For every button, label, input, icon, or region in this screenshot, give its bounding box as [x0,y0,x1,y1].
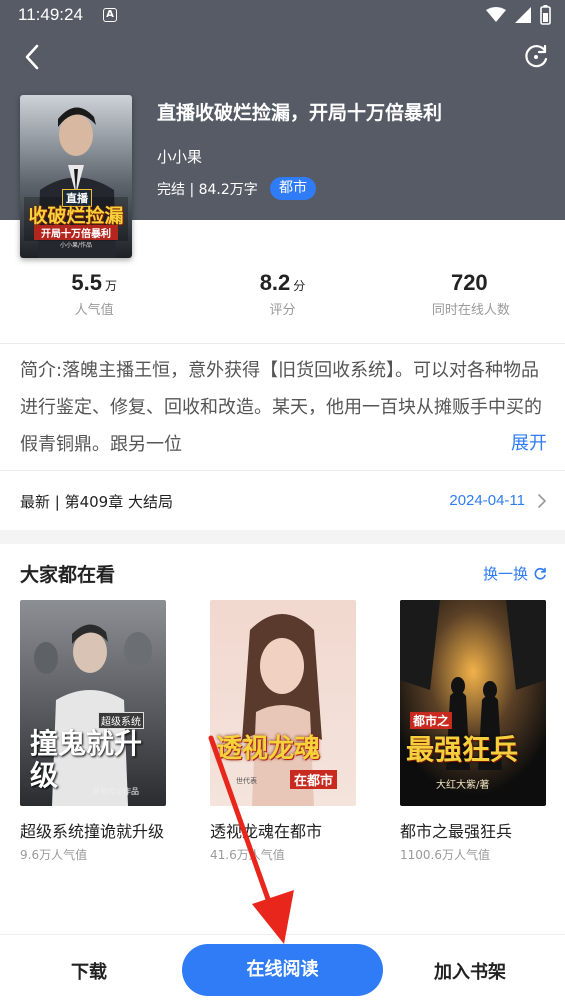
recommend-cover-sub: 在都市 [290,770,338,789]
cover-subtitle: 开局十万倍暴利 [34,225,118,240]
recommend-title[interactable]: 都市之最强狂兵 [400,819,546,844]
recommend-cover-main: 最强狂兵 [406,733,519,766]
genre-tag[interactable]: 都市 [270,177,316,200]
signal-icon [515,7,531,23]
battery-icon [540,5,551,25]
recommend-title[interactable]: 超级系统撞诡就升级 [20,819,166,844]
stat-online: 720 同时在线人数 [377,270,565,334]
stat-label: 评分 [269,303,296,318]
book-cover[interactable]: 直播 收破烂捡漏 开局十万倍暴利 小小果/作品 [20,95,132,258]
status-bar: 11:49:24 A [0,0,565,32]
stat-value: 5.5 [71,270,102,295]
expand-intro-button[interactable]: 展开 [497,425,547,462]
stat-value: 8.2 [259,270,291,295]
recommend-section-title: 大家都在看 [20,564,116,586]
refresh-icon [525,44,548,68]
refresh-button[interactable] [521,42,551,72]
book-intro: 简介:落魄主播王恒，意外获得【旧货回收系统】。可以对各种物品进行鉴定、修复、回收… [20,360,542,455]
recommend-cover[interactable]: 超级系统 撞鬼就升级 萧旬号◎作品 [20,600,166,806]
cover-author-credit: 小小果/作品 [60,242,93,249]
book-meta: 完结 | 84.2万字 [157,182,258,198]
stat-unit: 分 [293,279,306,293]
status-time: 11:49:24 [18,5,83,24]
stat-value: 720 [450,270,488,295]
download-button[interactable]: 下载 [71,958,107,984]
stat-rating: 8.2 分 评分 [188,270,376,334]
recommend-cover-author: 世代表 [236,777,257,785]
divider [0,343,565,344]
book-stats: 5.5 万 人气值 8.2 分 评分 720 同时在线人数 [0,270,565,334]
section-gap [0,530,565,544]
book-title: 直播收破烂捡漏，开局十万倍暴利 [157,102,443,124]
back-button[interactable] [18,42,48,72]
recommend-item[interactable]: 超级系统 撞鬼就升级 萧旬号◎作品 超级系统撞诡就升级 9.6万人气值 [20,600,166,863]
swap-label: 换一换 [482,565,528,583]
recommend-cover[interactable]: 透视龙魂 在都市 世代表 [210,600,356,806]
chevron-right-icon [538,494,546,508]
latest-chapter-label: 最新 | 第409章 大结局 [20,493,173,511]
add-to-shelf-button[interactable]: 加入书架 [434,958,506,984]
stat-unit: 万 [104,279,117,293]
wifi-icon [486,7,506,22]
recommend-cover[interactable]: 都市之 最强狂兵 大红大紫/著 [400,600,546,806]
recommend-popularity: 1100.6万人气值 [400,848,490,862]
divider [0,470,565,471]
stat-label: 同时在线人数 [431,303,510,318]
book-author[interactable]: 小小果 [157,146,202,167]
stat-label: 人气值 [74,303,114,318]
recommend-cover-main: 透视龙魂 [216,734,321,764]
recommend-cover-badge: 都市之 [410,712,453,729]
refresh-icon [534,567,546,579]
recommend-cover-author: 大红大紫/著 [436,780,490,791]
recommend-cover-main: 撞鬼就升级 [30,727,143,792]
recommend-title[interactable]: 透视龙魂在都市 [210,819,356,844]
notification-icon: A [103,8,117,22]
cover-main-title: 收破烂捡漏 [28,205,124,227]
recommend-item[interactable]: 都市之 最强狂兵 大红大紫/著 都市之最强狂兵 1100.6万人气值 [400,600,546,863]
stat-popularity: 5.5 万 人气值 [0,270,188,334]
recommend-popularity: 41.6万人气值 [210,848,285,862]
back-arrow-icon [25,44,39,70]
recommend-cover-author: 萧旬号◎作品 [92,787,139,796]
status-icons [486,4,551,26]
latest-chapter-date: 2024-04-11 [449,492,525,509]
recommend-popularity: 9.6万人气值 [20,848,88,862]
swap-button[interactable]: 换一换 [483,563,547,584]
bottom-action-bar: 下载 在线阅读 加入书架 [0,934,565,1004]
latest-chapter-row[interactable]: 最新 | 第409章 大结局 2024-04-11 [0,480,565,524]
read-online-button[interactable]: 在线阅读 [182,944,383,996]
recommend-item[interactable]: 透视龙魂 在都市 世代表 透视龙魂在都市 41.6万人气值 [210,600,356,863]
